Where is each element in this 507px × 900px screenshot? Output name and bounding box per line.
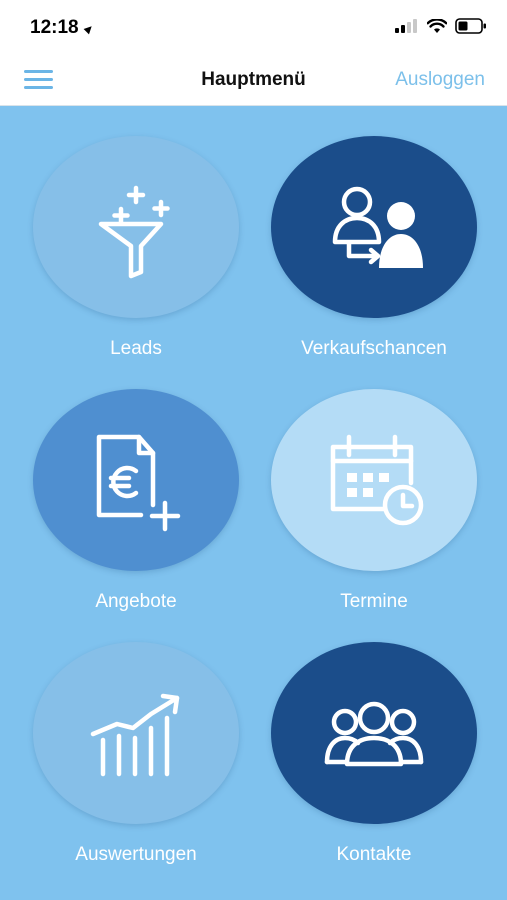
clock-text: 12:18 [30,17,79,38]
logout-button[interactable]: Ausloggen [395,69,485,91]
kontakte-circle [271,642,477,824]
leads-circle [33,136,239,318]
tile-angebote[interactable]: Angebote [33,389,239,612]
tile-label-kontakte: Kontakte [336,844,412,865]
verkaufschancen-circle [271,136,477,318]
tile-auswertungen[interactable]: Auswertungen [33,642,239,865]
nav-bar: Hauptmenü Ausloggen [0,58,507,106]
tile-label-leads: Leads [110,338,162,359]
status-icons [395,18,487,34]
tile-label-verkaufschancen: Verkaufschancen [301,338,447,359]
tile-kontakte[interactable]: Kontakte [271,642,477,865]
signal-icon [395,19,417,33]
wifi-icon [427,18,447,33]
tile-label-auswertungen: Auswertungen [75,844,197,865]
battery-icon [455,18,486,34]
angebote-circle [33,389,239,571]
euro-document-add-icon [96,434,181,532]
termine-circle [271,389,477,571]
tile-leads[interactable]: Leads [33,136,239,359]
auswertungen-circle [33,642,239,824]
status-bar: 12:18▲ [0,0,507,58]
tile-label-angebote: Angebote [95,591,177,612]
user-transfer-icon [332,186,423,268]
tile-verkaufschancen[interactable]: Verkaufschancen [271,136,477,359]
tile-termine[interactable]: Termine [271,389,477,612]
status-time: 12:18▲ [30,17,99,39]
tile-label-termine: Termine [340,591,408,612]
bar-chart-trend-icon [90,693,180,777]
contacts-group-icon [324,701,424,767]
location-arrow-icon: ▲ [79,18,99,39]
calendar-clock-icon [330,434,424,526]
funnel-plus-icon [98,185,170,279]
